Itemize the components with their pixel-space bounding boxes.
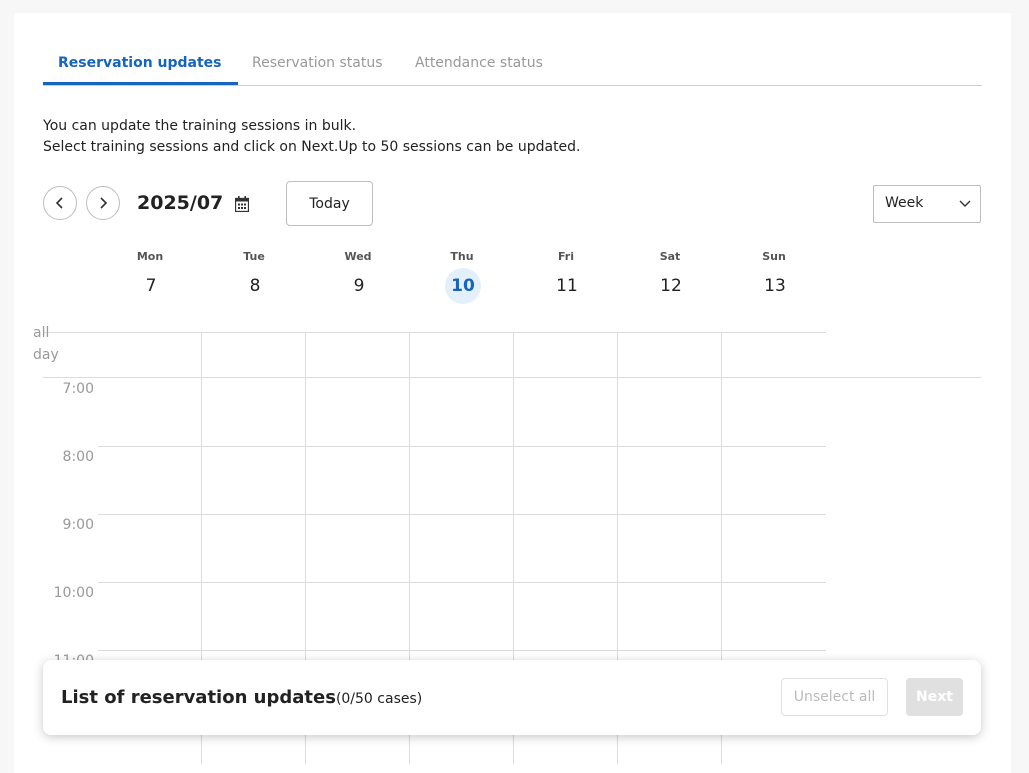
grid-line xyxy=(43,377,981,378)
day-of-week: Tue xyxy=(243,250,265,263)
grid-line xyxy=(43,332,826,333)
day-number: 9 xyxy=(353,276,365,296)
day-of-week: Thu xyxy=(450,250,474,263)
view-select[interactable]: Week xyxy=(873,185,981,223)
tab-reservation-status[interactable]: Reservation status xyxy=(252,55,383,71)
time-label: 8:00 xyxy=(62,449,94,465)
chevron-down-icon xyxy=(959,200,971,207)
day-of-week: Mon xyxy=(136,250,164,263)
active-tab-indicator xyxy=(43,82,238,85)
current-month: 2025/07 xyxy=(137,192,224,214)
time-label: 10:00 xyxy=(53,585,94,601)
description: You can update the training sessions in … xyxy=(43,116,581,158)
selection-count: (0/50 cases) xyxy=(335,691,423,707)
day-number: 11 xyxy=(556,276,578,296)
next-button[interactable]: Next xyxy=(906,678,963,716)
tab-reservation-updates[interactable]: Reservation updates xyxy=(58,55,222,71)
tab-bar: Reservation updates Reservation status A… xyxy=(43,13,982,86)
day-of-week: Wed xyxy=(344,250,372,263)
description-line-2: Select training sessions and click on Ne… xyxy=(43,139,581,155)
today-day-number: 10 xyxy=(445,268,481,304)
day-of-week: Fri xyxy=(557,250,574,263)
grid-line xyxy=(98,514,826,515)
chevron-right-icon xyxy=(100,197,108,209)
tab-attendance-status[interactable]: Attendance status xyxy=(415,55,543,71)
all-day-label: all day xyxy=(33,325,59,363)
calendar-icon[interactable] xyxy=(235,196,249,212)
day-number: 7 xyxy=(145,276,157,296)
view-select-value: Week xyxy=(885,195,924,211)
day-of-week: Sun xyxy=(762,250,786,263)
grid-line xyxy=(98,446,826,447)
day-number: 8 xyxy=(249,276,261,296)
grid-line xyxy=(98,582,826,583)
time-label: 7:00 xyxy=(62,381,94,397)
reservation-updates-panel: List of reservation updates(0/50 cases) … xyxy=(43,660,981,735)
prev-week-button[interactable] xyxy=(43,186,77,220)
day-number: 12 xyxy=(660,276,682,296)
chevron-left-icon xyxy=(55,197,63,209)
next-week-button[interactable] xyxy=(86,186,120,220)
panel-title: List of reservation updates(0/50 cases) xyxy=(61,687,423,708)
time-label: 9:00 xyxy=(62,517,94,533)
unselect-all-button[interactable]: Unselect all xyxy=(781,678,888,716)
grid-line xyxy=(98,650,826,651)
today-button[interactable]: Today xyxy=(286,181,373,226)
description-line-1: You can update the training sessions in … xyxy=(43,118,357,134)
day-of-week: Sat xyxy=(659,250,681,263)
day-number: 13 xyxy=(764,276,786,296)
